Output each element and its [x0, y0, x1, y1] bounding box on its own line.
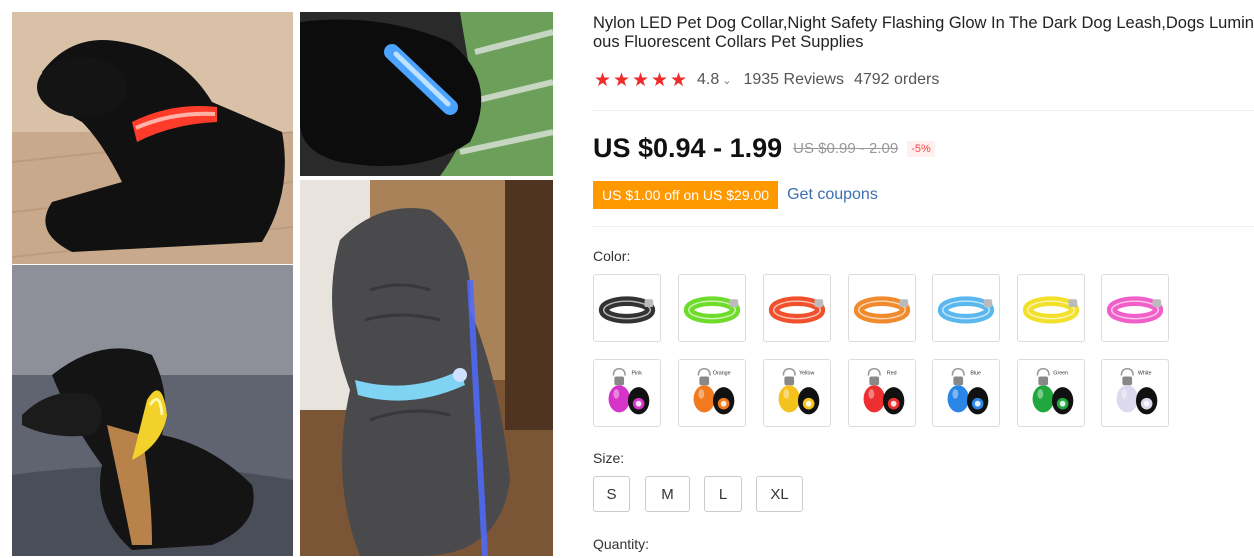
- color-swatch-black-collar[interactable]: [593, 274, 661, 342]
- product-photo-black-lab-red-collar[interactable]: [12, 12, 293, 264]
- pendant-color-text: Blue: [970, 371, 981, 377]
- color-swatch-green-pendant[interactable]: Green: [1017, 359, 1085, 427]
- color-swatch-blue-collar[interactable]: [932, 274, 1000, 342]
- star-icon: ★: [650, 69, 669, 91]
- quantity-label: Quantity:: [593, 536, 650, 552]
- product-photo-sharpei-blue-collar[interactable]: [300, 180, 553, 556]
- rating-row: ★ ★ ★ ★ ★ 4.8 ⌄ 1935 Reviews 4792 orders: [593, 69, 939, 91]
- size-option-l[interactable]: L: [704, 476, 742, 512]
- color-swatch-red-pendant[interactable]: Red: [848, 359, 916, 427]
- reviews-link[interactable]: 1935 Reviews: [743, 71, 844, 89]
- pendant-color-text: Orange: [713, 371, 731, 377]
- color-swatch-yellow-pendant[interactable]: Yellow: [763, 359, 831, 427]
- price-row: US $0.94 - 1.99 US $0.99 - 2.09 -5%: [593, 133, 935, 164]
- pendant-color-text: White: [1138, 371, 1152, 377]
- product-title: Nylon LED Pet Dog Collar,Night Safety Fl…: [593, 14, 1254, 51]
- size-option-m[interactable]: M: [645, 476, 690, 512]
- divider: [593, 110, 1254, 111]
- rating-stars: ★ ★ ★ ★ ★: [593, 71, 688, 90]
- chevron-down-icon[interactable]: ⌄: [722, 74, 731, 87]
- star-icon: ★: [593, 69, 612, 91]
- color-label: Color:: [593, 248, 631, 264]
- pendant-color-text: Red: [887, 371, 897, 377]
- current-price: US $0.94 - 1.99: [593, 133, 783, 163]
- rating-value[interactable]: 4.8: [697, 71, 719, 89]
- size-label: Size:: [593, 450, 625, 466]
- pendant-color-text: Yellow: [799, 371, 814, 377]
- color-swatch-yellow-collar[interactable]: [1017, 274, 1085, 342]
- color-swatch-orange-pendant[interactable]: Orange: [678, 359, 746, 427]
- star-icon: ★: [612, 69, 631, 91]
- pendant-color-text: Green: [1053, 371, 1068, 377]
- divider: [593, 226, 1254, 227]
- color-swatch-pink-pendant[interactable]: Pink: [593, 359, 661, 427]
- star-icon: ★: [631, 69, 650, 91]
- color-swatch-orange-collar[interactable]: [848, 274, 916, 342]
- discount-badge: -5%: [907, 140, 935, 157]
- color-swatch-green-collar[interactable]: [678, 274, 746, 342]
- size-option-s[interactable]: S: [593, 476, 630, 512]
- color-swatch-white-pendant[interactable]: White: [1101, 359, 1169, 427]
- original-price: US $0.99 - 2.09: [793, 140, 899, 157]
- coupon-row: US $1.00 off on US $29.00 Get coupons: [593, 181, 878, 209]
- get-coupons-link[interactable]: Get coupons: [787, 186, 878, 204]
- orders-count: 4792 orders: [853, 71, 940, 88]
- color-swatch-red-collar[interactable]: [763, 274, 831, 342]
- color-swatch-blue-pendant[interactable]: Blue: [932, 359, 1000, 427]
- star-icon: ★: [669, 69, 688, 91]
- product-photo-small-dog-yellow-collar[interactable]: [12, 265, 293, 556]
- color-swatch-pink-collar[interactable]: [1101, 274, 1169, 342]
- pendant-color-text: Pink: [632, 371, 643, 377]
- size-option-xl[interactable]: XL: [756, 476, 803, 512]
- coupon-badge: US $1.00 off on US $29.00: [593, 181, 779, 209]
- product-photo-black-dog-blue-collar[interactable]: [300, 12, 553, 176]
